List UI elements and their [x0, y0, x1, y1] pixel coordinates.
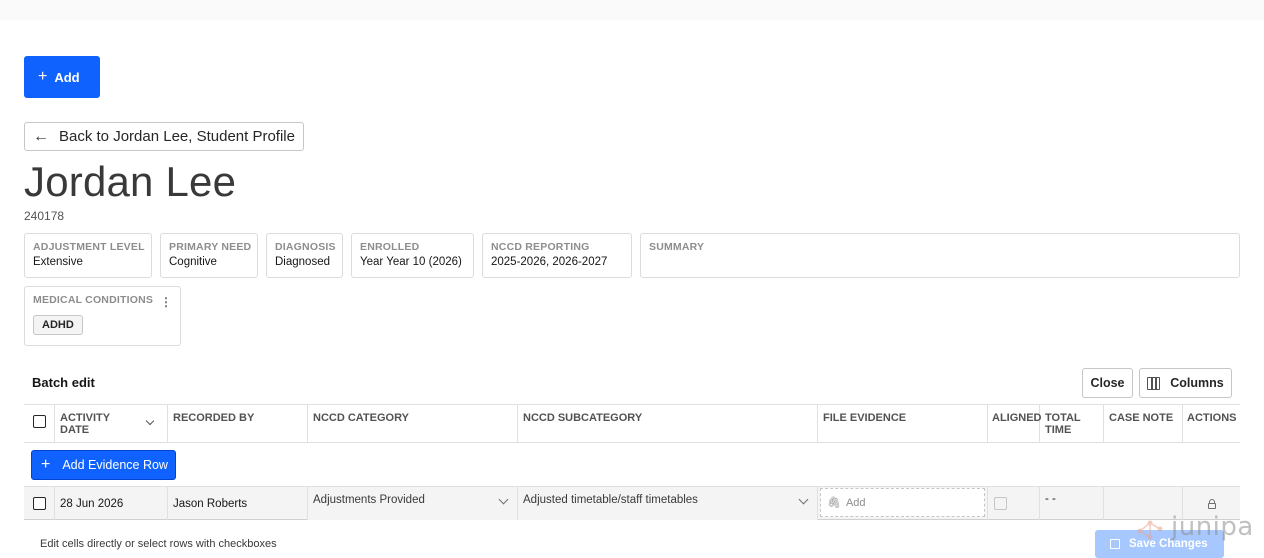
junipa-logo-icon [1137, 520, 1163, 540]
header-select-cell [24, 405, 55, 443]
plus-icon: + [38, 68, 48, 85]
cell-total-time[interactable]: - - [1040, 487, 1104, 520]
header-label: ACTIVITY DATE [60, 412, 110, 436]
header-nccd-category: NCCD CATEGORY [308, 405, 518, 443]
lock-icon[interactable] [1207, 498, 1216, 509]
header-nccd-subcategory: NCCD SUBCATEGORY [518, 405, 818, 443]
chevron-down-icon [798, 494, 809, 505]
cell-recorded-by[interactable]: Jason Roberts [168, 487, 308, 520]
student-name: Jordan Lee [24, 158, 237, 205]
card-diagnosis: DIAGNOSIS Diagnosed [266, 233, 343, 278]
add-evidence-row-label: Add Evidence Row [62, 458, 168, 472]
add-row-strip: + Add Evidence Row [24, 444, 1240, 486]
columns-button[interactable]: Columns [1139, 368, 1232, 398]
columns-label: Columns [1170, 376, 1224, 390]
card-value: Year Year 10 (2026) [360, 256, 462, 268]
add-button[interactable]: + Add [24, 56, 100, 98]
header-actions: ACTIONS [1187, 412, 1237, 424]
nccd-category-select[interactable]: Adjustments Provided [308, 487, 518, 520]
plus-icon: + [41, 456, 51, 473]
card-label: MEDICAL CONDITIONS [33, 294, 154, 306]
row-select-cell [24, 487, 55, 520]
evidence-table: ACTIVITY DATE RECORDED BY NCCD CATEGORY … [24, 404, 1240, 520]
header-aligned: ALIGNED [988, 405, 1042, 443]
add-button-label: Add [54, 69, 80, 85]
select-all-checkbox[interactable] [33, 415, 46, 428]
header-file-evidence: FILE EVIDENCE [818, 405, 988, 443]
card-label: ADJUSTMENT LEVEL [33, 241, 145, 253]
card-value: Cognitive [169, 256, 217, 268]
nccd-category-value: Adjustments Provided [313, 494, 425, 506]
card-label: DIAGNOSIS [275, 241, 336, 253]
close-button[interactable]: Close [1082, 368, 1133, 398]
header-case-note: CASE NOTE [1104, 405, 1183, 443]
top-bar [0, 0, 1264, 20]
card-label: ENROLLED [360, 241, 420, 253]
watermark-text: junipa [1171, 512, 1254, 542]
back-to-profile-button[interactable]: ← Back to Jordan Lee, Student Profile [24, 122, 304, 151]
chevron-down-icon[interactable] [145, 416, 155, 426]
card-summary: SUMMARY [640, 233, 1240, 278]
card-primary-need: PRIMARY NEED Cognitive [160, 233, 258, 278]
aligned-checkbox[interactable] [994, 497, 1007, 510]
junipa-watermark: junipa [1132, 512, 1254, 542]
save-icon [1110, 539, 1120, 549]
cell-file-evidence: 🖇 Add [818, 487, 988, 520]
back-label: Back to Jordan Lee, Student Profile [59, 128, 295, 145]
file-evidence-dropzone[interactable]: 🖇 Add [820, 488, 985, 517]
nccd-subcategory-value: Adjusted timetable/staff timetables [523, 494, 698, 506]
file-evidence-placeholder: Add [845, 496, 866, 509]
footer-hint: Edit cells directly or select rows with … [40, 538, 277, 550]
header-activity-date[interactable]: ACTIVITY DATE [55, 405, 168, 443]
cell-aligned [988, 487, 1040, 520]
table-row: 28 Jun 2026 Jason Roberts Adjustments Pr… [24, 486, 1240, 520]
card-enrolled: ENROLLED Year Year 10 (2026) [351, 233, 474, 278]
card-label: NCCD REPORTING [491, 241, 590, 253]
card-value: Extensive [33, 256, 83, 268]
card-value: 2025-2026, 2026-2027 [491, 256, 608, 268]
student-id: 240178 [24, 209, 65, 223]
paperclip-icon: 🖇 [827, 497, 841, 509]
header-recorded-by: RECORDED BY [168, 405, 308, 443]
chevron-down-icon [498, 494, 509, 505]
cell-activity-date[interactable]: 28 Jun 2026 [55, 487, 168, 520]
add-evidence-row-button[interactable]: + Add Evidence Row [31, 450, 176, 480]
row-checkbox[interactable] [33, 497, 46, 510]
card-label: PRIMARY NEED [169, 241, 252, 253]
medical-condition-tag: ADHD [33, 315, 83, 335]
kebab-menu-icon[interactable]: ⋮ [160, 296, 172, 308]
card-label: SUMMARY [649, 241, 705, 253]
table-header: ACTIVITY DATE RECORDED BY NCCD CATEGORY … [24, 405, 1240, 443]
columns-icon [1147, 376, 1161, 390]
card-nccd-reporting: NCCD REPORTING 2025-2026, 2026-2027 [482, 233, 632, 278]
arrow-left-icon: ← [33, 127, 49, 145]
card-adjustment-level: ADJUSTMENT LEVEL Extensive [24, 233, 152, 278]
nccd-subcategory-select[interactable]: Adjusted timetable/staff timetables [518, 487, 818, 520]
header-total-time: TOTAL TIME [1040, 405, 1104, 443]
close-label: Close [1090, 376, 1125, 390]
card-value: Diagnosed [275, 256, 330, 268]
card-medical-conditions: MEDICAL CONDITIONS ⋮ ADHD [24, 286, 181, 346]
batch-edit-title: Batch edit [32, 375, 95, 390]
